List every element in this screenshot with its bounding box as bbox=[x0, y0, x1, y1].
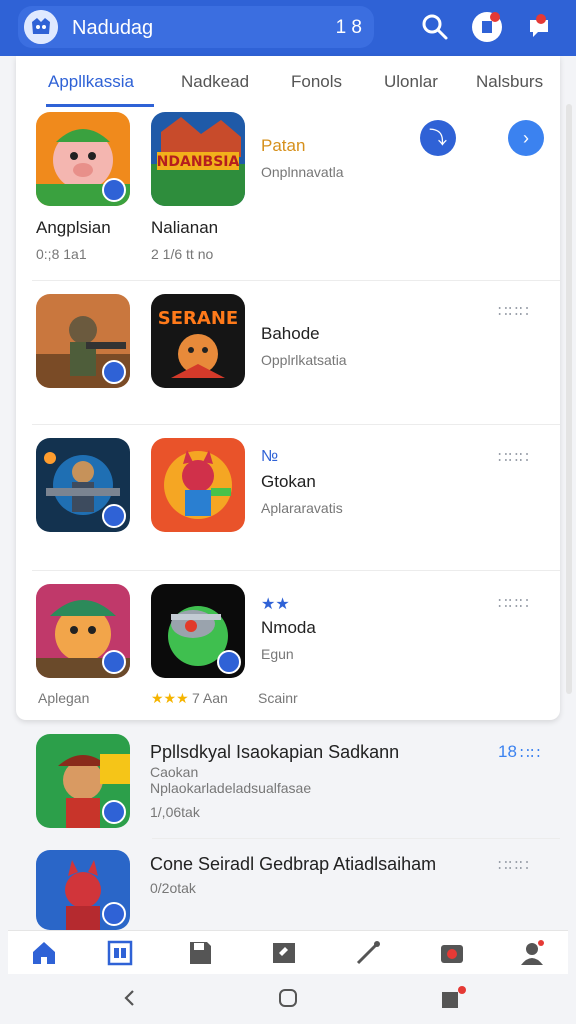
app-meta-row4-left: Aplegan bbox=[38, 690, 90, 706]
more-options-icon[interactable]: ∷∷∷ bbox=[498, 302, 530, 320]
app-name-1: Angplsian bbox=[36, 218, 111, 237]
top-app-bar: Nadudag 1 8 bbox=[0, 0, 576, 56]
game-icon-nanbasia[interactable]: NDANBSIA bbox=[151, 112, 245, 206]
app-meta-1: 0:;8 1a1 bbox=[36, 246, 87, 262]
list-line3-1: Nplaokarladeladsualfasae bbox=[150, 780, 312, 796]
back-icon[interactable] bbox=[120, 988, 140, 1008]
system-navigation-bar bbox=[0, 974, 576, 1024]
more-options-icon[interactable]: ∷∷∷ bbox=[498, 594, 530, 612]
svg-text:NDANBSIA: NDANBSIA bbox=[157, 154, 240, 170]
camera-icon[interactable] bbox=[438, 939, 466, 967]
row-divider bbox=[32, 280, 560, 281]
favorite-stars: ★★ bbox=[261, 596, 290, 613]
bottom-navigation bbox=[8, 930, 568, 974]
app-title-row3: Gtokan bbox=[261, 472, 316, 491]
app-title-row4: Nmoda bbox=[261, 618, 316, 637]
apps-card: Appllkassia Nadkead Fonols Ulonlar Nalsb… bbox=[16, 56, 560, 720]
svg-text:SERANE: SERANE bbox=[158, 308, 238, 329]
download-badge-icon bbox=[217, 650, 241, 674]
notification-icon[interactable] bbox=[472, 12, 502, 42]
home-icon[interactable] bbox=[30, 939, 58, 967]
pin-icon: № bbox=[261, 448, 279, 465]
recents-icon[interactable] bbox=[440, 986, 466, 1010]
game-icon-pirate[interactable] bbox=[36, 734, 130, 828]
featured-subtitle: Onplnnavatla bbox=[261, 164, 344, 180]
share-button[interactable]: ⤵ bbox=[420, 120, 456, 156]
featured-title: Patan bbox=[261, 136, 306, 155]
tab-fifth[interactable]: Nalsburs bbox=[476, 72, 543, 92]
game-icon-hat-cat[interactable] bbox=[36, 584, 130, 678]
app-subtitle-row4: Egun bbox=[261, 646, 294, 662]
game-icon-gunner[interactable] bbox=[36, 438, 130, 532]
app-title: Nadudag bbox=[72, 17, 154, 39]
download-badge-icon bbox=[102, 650, 126, 674]
apps-icon[interactable] bbox=[106, 939, 134, 967]
game-icon-robot-ball[interactable] bbox=[151, 584, 245, 678]
app-meta-row4-right: Scainr bbox=[258, 690, 298, 706]
chat-dot bbox=[536, 14, 546, 24]
list-count-1: 18 bbox=[498, 742, 517, 761]
app-subtitle-row2: Opplrlkatsatia bbox=[261, 352, 347, 368]
app-header-pill[interactable]: Nadudag 1 8 bbox=[18, 6, 374, 48]
profile-icon[interactable] bbox=[518, 939, 546, 967]
tools-icon[interactable] bbox=[354, 939, 382, 967]
row-divider bbox=[152, 838, 560, 839]
list-title-2: Cone Seiradl Gedbrap Atiadlsaiham bbox=[150, 854, 437, 874]
save-icon[interactable] bbox=[186, 939, 214, 967]
game-icon-soldier[interactable] bbox=[36, 294, 130, 388]
game-icon-redcat[interactable] bbox=[151, 438, 245, 532]
chat-icon[interactable] bbox=[524, 12, 554, 42]
tab-applications[interactable]: Appllkassia bbox=[48, 72, 134, 92]
app-logo-icon bbox=[24, 10, 58, 44]
game-icon-red-fox[interactable] bbox=[36, 850, 130, 930]
app-name-2: Nalianan bbox=[151, 218, 219, 237]
download-badge-icon bbox=[102, 902, 126, 926]
scrollbar[interactable] bbox=[566, 104, 572, 694]
category-tabs: Appllkassia Nadkead Fonols Ulonlar Nalsb… bbox=[16, 56, 560, 108]
more-options-icon[interactable]: ∷∷ bbox=[520, 744, 541, 762]
tab-second[interactable]: Nadkead bbox=[181, 72, 249, 92]
next-button[interactable]: › bbox=[508, 120, 544, 156]
app-title-row2: Bahode bbox=[261, 324, 320, 343]
list-meta-1: 1/,06tak bbox=[150, 804, 200, 820]
header-count: 1 8 bbox=[335, 17, 362, 38]
list-line2-1: Caokan bbox=[150, 764, 199, 780]
download-badge-icon bbox=[102, 504, 126, 528]
rating-count: 7 Aan bbox=[192, 690, 228, 706]
more-options-icon[interactable]: ∷∷∷ bbox=[498, 856, 530, 874]
tab-fourth[interactable]: Ulonlar bbox=[384, 72, 438, 92]
game-icon-piglet[interactable] bbox=[36, 112, 130, 206]
row-divider bbox=[32, 570, 560, 571]
app-meta-2: 2 1/6 tt no bbox=[151, 246, 214, 262]
rating-stars: ★★★ bbox=[151, 690, 189, 706]
app-subtitle-row3: Aplararavatis bbox=[261, 500, 343, 516]
tab-third[interactable]: Fonols bbox=[291, 72, 342, 92]
download-badge-icon bbox=[102, 360, 126, 384]
list-title-1: Ppllsdkyal Isaokapian Sadkann bbox=[150, 742, 400, 762]
notification-dot bbox=[490, 12, 500, 22]
edit-icon[interactable] bbox=[270, 939, 298, 967]
home-circle-icon[interactable] bbox=[278, 988, 298, 1008]
active-tab-indicator bbox=[46, 104, 154, 107]
download-badge-icon bbox=[102, 800, 126, 824]
search-icon[interactable] bbox=[420, 12, 450, 42]
list-meta-2: 0/2otak bbox=[150, 880, 196, 896]
game-icon-serenade[interactable]: SERANE bbox=[151, 294, 245, 388]
row-divider bbox=[32, 424, 560, 425]
download-badge-icon bbox=[102, 178, 126, 202]
more-options-icon[interactable]: ∷∷∷ bbox=[498, 448, 530, 466]
